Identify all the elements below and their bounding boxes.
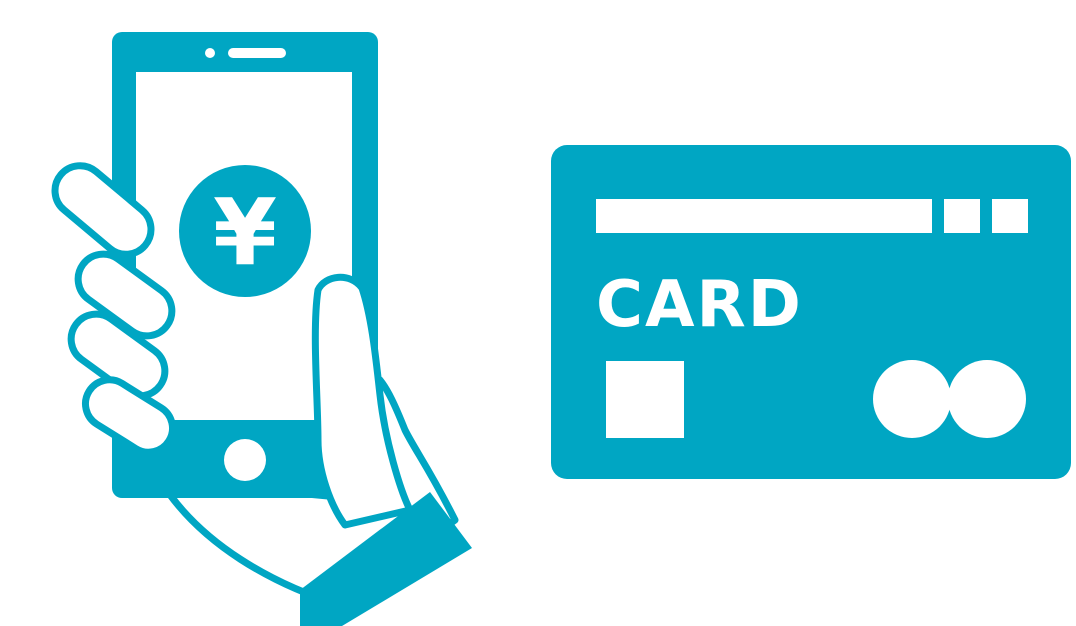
chip-icon	[606, 361, 684, 438]
yen-symbol: ¥	[213, 179, 277, 286]
stripe-block-2	[992, 199, 1028, 233]
magnetic-stripe-icon	[596, 199, 932, 233]
stripe-block-1	[944, 199, 980, 233]
credit-card-icon: CARD	[551, 145, 1071, 479]
speaker-slot-icon	[228, 48, 286, 58]
home-button-icon	[224, 439, 266, 481]
camera-dot-icon	[205, 48, 215, 58]
smartphone-in-hand-icon: ¥	[51, 32, 472, 626]
card-label: CARD	[596, 268, 803, 342]
payment-illustration: ¥ CARD	[51, 32, 1071, 626]
